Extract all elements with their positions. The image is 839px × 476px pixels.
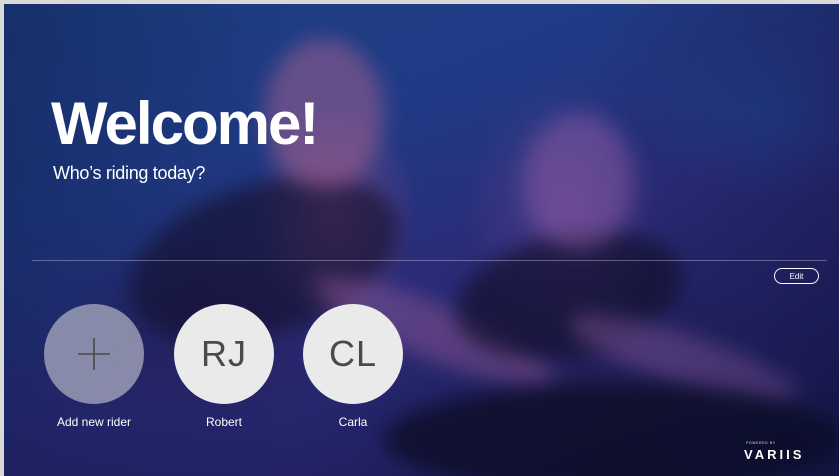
brand-logo: POWERED BY VARIIS — [744, 441, 824, 462]
plus-icon — [78, 338, 110, 370]
welcome-screen: Welcome! Who’s riding today? Edit Add ne… — [4, 4, 839, 476]
divider — [32, 260, 827, 261]
avatar[interactable]: RJ — [174, 304, 274, 404]
rider-robert[interactable]: RJ Robert — [174, 304, 274, 429]
page-title: Welcome! — [51, 90, 319, 157]
add-new-rider-button[interactable]: Add new rider — [44, 304, 144, 429]
variis-logo: VARIIS — [744, 447, 805, 462]
rider-name: Add new rider — [56, 415, 132, 429]
avatar[interactable]: CL — [303, 304, 403, 404]
rider-carla[interactable]: CL Carla — [303, 304, 403, 429]
rider-name: Carla — [338, 415, 368, 429]
powered-by-label: POWERED BY — [746, 441, 776, 445]
edit-button[interactable]: Edit — [774, 268, 819, 284]
rider-name: Robert — [205, 415, 243, 429]
page-subtitle: Who’s riding today? — [53, 163, 206, 183]
add-rider-avatar[interactable] — [44, 304, 144, 404]
